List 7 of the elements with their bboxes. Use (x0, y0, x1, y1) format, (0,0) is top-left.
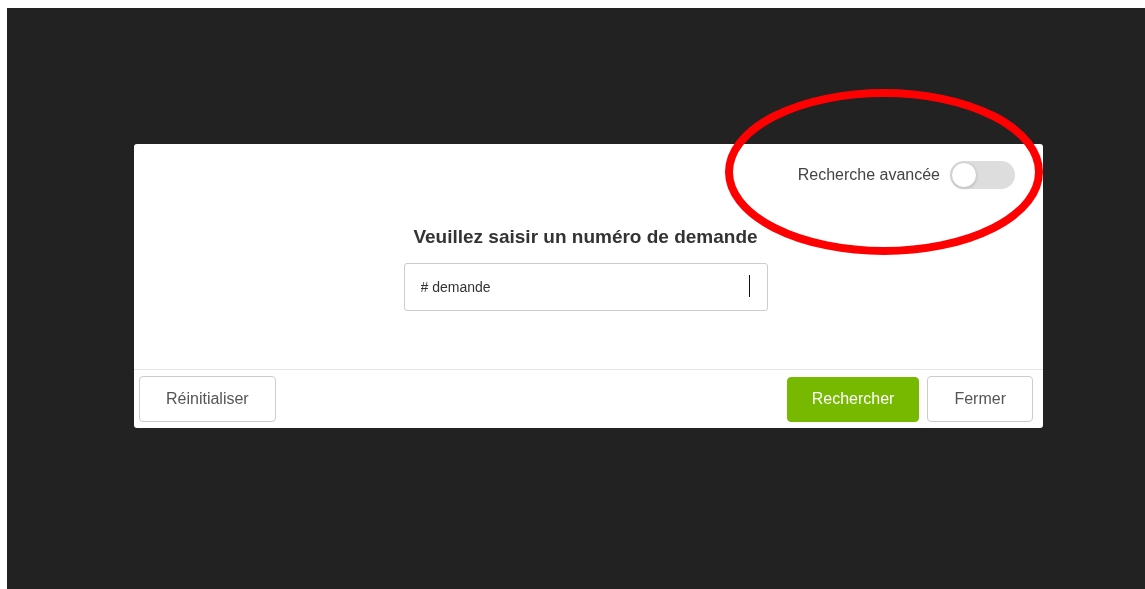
text-cursor-icon (748, 274, 750, 297)
advanced-search-label: Recherche avancée (797, 165, 940, 185)
request-number-field[interactable]: # demande (403, 262, 768, 311)
dialog-title: Veuillez saisir un numéro de demande (413, 225, 758, 249)
advanced-search-toggle[interactable] (950, 161, 1015, 189)
reset-button[interactable]: Réinitialiser (139, 376, 276, 422)
close-button[interactable]: Fermer (927, 376, 1033, 422)
